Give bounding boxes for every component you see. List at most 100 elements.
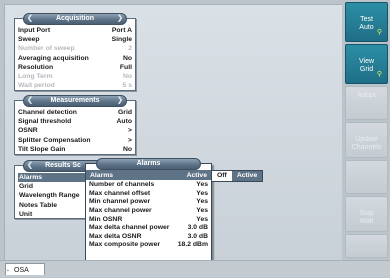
- measurements-row-value: >: [128, 127, 132, 135]
- view-grid-button[interactable]: View Grid ⚲: [345, 44, 388, 84]
- acquisition-row-value: Single: [111, 36, 132, 44]
- alarm-row-label: Max delta OSNR: [89, 232, 142, 240]
- acquisition-row-label: Wait period: [18, 82, 55, 90]
- acquisition-row-value: Port A: [111, 27, 132, 34]
- collapse-chevron-left-icon: ❮: [27, 97, 33, 104]
- test-auto-button[interactable]: Test Auto ⚲: [345, 2, 388, 42]
- results-row-label: Grid: [19, 183, 33, 191]
- empty-soft-key[interactable]: [345, 160, 388, 194]
- toggle-off-option[interactable]: Off: [212, 171, 232, 181]
- alarm-row[interactable]: Max channel offset Yes: [89, 190, 208, 199]
- adopt-label: Adopt: [357, 92, 376, 99]
- alarm-row-label: Max composite power: [89, 241, 161, 249]
- collapse-chevron-left-icon: ❮: [27, 162, 33, 169]
- measurements-row-label: Splitter Compensation: [18, 136, 91, 144]
- acquisition-row[interactable]: Resolution Full: [18, 63, 132, 72]
- acquisition-row-label: Long Term: [18, 72, 53, 80]
- results-title-text: Results Sc: [45, 162, 81, 169]
- toggle-indicator-icon: ⚲: [376, 29, 382, 36]
- tab-marker-icon: ▪: [7, 268, 9, 274]
- alarm-row-label: Max channel power: [89, 206, 152, 214]
- test-auto-label: Test Auto: [359, 16, 374, 31]
- measurements-row-label: Channel detection: [18, 109, 77, 116]
- alarm-row-value: Yes: [196, 198, 208, 206]
- measurements-row-value: Auto: [116, 118, 132, 126]
- acquisition-panel: ❮ Acquisition ❯ Input Port Port A Sweep Sin…: [14, 13, 136, 91]
- empty-soft-key[interactable]: [345, 234, 388, 258]
- acquisition-title-text: Acquisition: [55, 15, 95, 22]
- alarm-row-label: Max channel offset: [89, 189, 151, 197]
- alarm-row-label: Max delta channel power: [89, 224, 170, 232]
- adopt-button[interactable]: Adopt: [345, 86, 388, 120]
- acquisition-row-value: No: [122, 72, 132, 80]
- acquisition-row[interactable]: Number of sweep 2: [18, 44, 132, 53]
- measurements-row-value: Grid: [118, 109, 132, 116]
- alarms-header-value: Active: [186, 171, 207, 179]
- acquisition-rows: Input Port Port A Sweep Single Number of swe…: [18, 26, 132, 90]
- acquisition-row[interactable]: Wait period 5 s: [18, 81, 132, 90]
- acquisition-row-label: Resolution: [18, 63, 54, 71]
- acquisition-row[interactable]: Sweep Single: [18, 35, 132, 44]
- measurements-rows: Channel detection Grid Signal threshold Aut…: [18, 108, 132, 154]
- results-row-label: Unit: [19, 210, 33, 218]
- bottom-tab-bar: [0, 260, 390, 277]
- acquisition-row[interactable]: Averaging acquisition No: [18, 54, 132, 63]
- results-row-label: Alarms: [19, 174, 43, 181]
- alarm-row-value: 3.0 dB: [187, 224, 208, 232]
- measurements-row[interactable]: OSNR >: [18, 126, 132, 135]
- toggle-active-option[interactable]: Active: [231, 171, 263, 181]
- alarms-popup-title: Alarms: [96, 158, 201, 170]
- alarm-row[interactable]: Min channel power Yes: [89, 198, 208, 207]
- alarms-rows: Number of channels Yes Max channel offset Y…: [89, 181, 208, 250]
- alarm-row-value: 18.2 dBm: [177, 241, 208, 249]
- alarm-row-label: Number of channels: [89, 181, 155, 188]
- acquisition-row[interactable]: Long Term No: [18, 72, 132, 81]
- alarm-row[interactable]: Number of channels Yes: [89, 181, 208, 190]
- acquisition-row-value: Full: [119, 63, 132, 71]
- measurements-row[interactable]: Splitter Compensation >: [18, 136, 132, 145]
- measurements-panel-title[interactable]: ❮ Measurements ❯: [23, 95, 127, 107]
- acquisition-row-label: Averaging acquisition: [18, 54, 89, 62]
- collapse-chevron-right-icon: ❯: [117, 97, 123, 104]
- results-row-label: Wavelength Range: [19, 192, 80, 200]
- acquisition-panel-title[interactable]: ❮ Acquisition ❯: [23, 13, 127, 25]
- alarm-row[interactable]: Max delta channel power 3.0 dB: [89, 224, 208, 233]
- alarms-popup: Alarms Alarms Active Number of channels Y…: [85, 158, 212, 262]
- alarm-row[interactable]: Max delta OSNR 3.0 dB: [89, 233, 208, 242]
- alarm-row[interactable]: Min OSNR Yes: [89, 216, 208, 225]
- acquisition-row-value: 5 s: [122, 82, 132, 90]
- acquisition-row-label: Input Port: [18, 27, 51, 34]
- alarm-row[interactable]: Max composite power 18.2 dBm: [89, 241, 208, 250]
- update-channels-button[interactable]: Update Channels: [345, 122, 388, 158]
- measurements-row[interactable]: Channel detection Grid: [18, 108, 132, 117]
- acquisition-row-value: 2: [128, 45, 132, 53]
- measurements-row-label: OSNR: [18, 127, 38, 135]
- measurements-row[interactable]: Tilt Slope Gain No: [18, 145, 132, 154]
- alarm-row-value: Yes: [196, 189, 208, 197]
- osa-tab[interactable]: ▪ OSA: [5, 263, 45, 275]
- collapse-chevron-right-icon: ❯: [117, 15, 123, 22]
- measurements-panel: ❮ Measurements ❯ Channel detection Grid Si…: [14, 95, 136, 155]
- stop-wait-button[interactable]: Stop Wait: [345, 196, 388, 232]
- acquisition-row[interactable]: Input Port Port A: [18, 26, 132, 35]
- alarms-popup-header: Alarms Active: [86, 170, 211, 180]
- alarms-header-label: Alarms: [90, 171, 114, 179]
- acquisition-row-label: Sweep: [18, 36, 40, 44]
- measurements-row-value: No: [122, 145, 132, 153]
- measurements-row[interactable]: Signal threshold Auto: [18, 117, 132, 126]
- toggle-indicator-icon: ⚲: [376, 71, 382, 78]
- measurements-title-text: Measurements: [50, 97, 100, 104]
- alarm-row-value: Yes: [196, 181, 208, 188]
- alarm-row-label: Min OSNR: [89, 215, 123, 223]
- update-channels-label: Update Channels: [351, 136, 382, 151]
- view-grid-label: View Grid: [358, 58, 375, 73]
- acquisition-row-label: Number of sweep: [18, 45, 75, 53]
- alarms-active-toggle[interactable]: Off Active: [211, 170, 264, 182]
- measurements-row-label: Tilt Slope Gain: [18, 145, 66, 153]
- alarm-row[interactable]: Max channel power Yes: [89, 207, 208, 216]
- measurements-row-value: >: [128, 136, 132, 144]
- alarm-row-value: Yes: [196, 215, 208, 223]
- results-row-label: Notes Table: [19, 201, 58, 209]
- collapse-chevron-left-icon: ❮: [27, 15, 33, 22]
- measurements-row-label: Signal threshold: [18, 118, 72, 126]
